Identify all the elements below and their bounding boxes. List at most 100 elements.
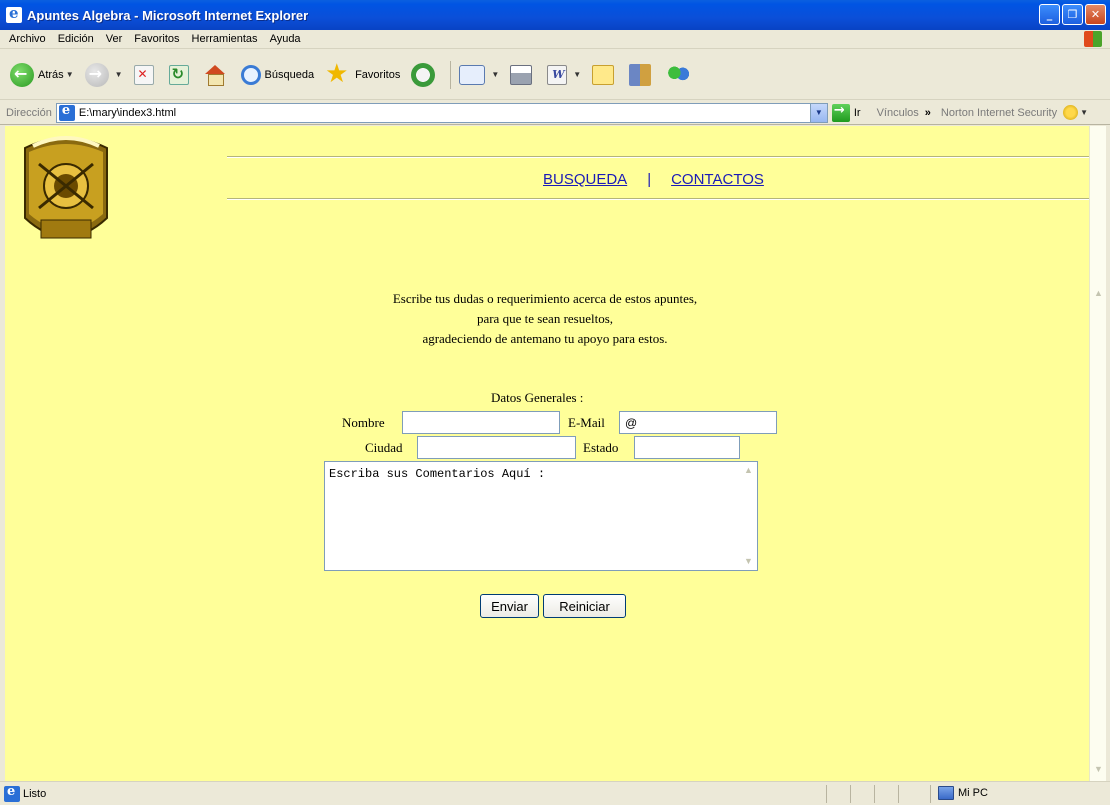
word-icon	[547, 64, 568, 85]
contactos-link[interactable]: CONTACTOS	[671, 171, 764, 188]
discuss-button[interactable]	[588, 58, 622, 92]
address-label: Dirección	[6, 106, 52, 119]
forward-button[interactable]: ▼	[81, 58, 127, 92]
window-title: Apuntes Algebra - Microsoft Internet Exp…	[27, 7, 309, 23]
forward-arrow-icon	[84, 62, 109, 87]
status-panel	[930, 785, 931, 803]
home-button[interactable]	[200, 58, 234, 92]
title-bar: Apuntes Algebra - Microsoft Internet Exp…	[0, 0, 1110, 30]
intro-text: Escribe tus dudas o requerimiento acerca…	[345, 289, 745, 349]
enviar-button[interactable]: Enviar	[480, 594, 539, 618]
mail-button[interactable]: ▼	[455, 58, 503, 92]
page-scrollbar[interactable]: ▲ ▼	[1089, 126, 1106, 781]
back-arrow-icon	[10, 62, 34, 87]
address-url[interactable]: E:\mary\index3.html	[79, 107, 176, 119]
window-frame	[1106, 126, 1110, 781]
maximize-button[interactable]: ❐	[1062, 4, 1083, 25]
search-icon	[240, 64, 261, 85]
ciudad-input[interactable]	[417, 436, 576, 459]
toolbar: Atrás ▼ ▼ Búsqueda Favoritos ▼ ▼	[0, 50, 1110, 100]
messenger-icon	[666, 63, 691, 86]
links-toolbar: Vínculos » Norton Internet Security ▼	[877, 105, 1088, 120]
header-divider-bottom	[227, 198, 1089, 200]
favorites-label: Favoritos	[355, 68, 401, 81]
estado-input[interactable]	[634, 436, 740, 459]
window-controls: _ ❐ ✕	[1039, 4, 1106, 25]
form-title: Datos Generales :	[491, 390, 584, 405]
ingenieria-logo	[24, 136, 108, 239]
edit-button[interactable]: ▼	[543, 58, 585, 92]
menu-ayuda[interactable]: Ayuda	[264, 33, 307, 45]
edit-dropdown-icon[interactable]: ▼	[573, 70, 581, 79]
page-viewport: BUSQUEDA | CONTACTOS Escribe tus dudas o…	[5, 126, 1089, 781]
nombre-input[interactable]	[402, 411, 560, 434]
research-icon	[629, 63, 652, 86]
nav-links: BUSQUEDA | CONTACTOS	[543, 171, 764, 188]
links-label[interactable]: Vínculos	[877, 107, 919, 119]
intro-line: Escribe tus dudas o requerimiento acerca…	[392, 291, 698, 306]
menu-edicion[interactable]: Edición	[52, 33, 100, 45]
email-input[interactable]	[619, 411, 777, 434]
note-icon	[592, 64, 615, 85]
menu-ver[interactable]: Ver	[100, 33, 129, 45]
norton-label[interactable]: Norton Internet Security	[941, 107, 1057, 119]
windows-logo-icon	[1084, 31, 1102, 47]
favorites-button[interactable]: Favoritos	[321, 58, 404, 92]
links-chevron-icon[interactable]: »	[925, 107, 931, 119]
textarea-scrollbar[interactable]: ▲ ▼	[740, 462, 757, 570]
back-dropdown-icon[interactable]: ▼	[66, 70, 74, 79]
zone-label: Mi PC	[958, 787, 988, 799]
go-button[interactable]: Ir	[831, 103, 861, 122]
scroll-up-icon[interactable]: ▲	[1091, 286, 1106, 301]
status-panel	[850, 785, 851, 803]
close-button[interactable]: ✕	[1085, 4, 1106, 25]
address-field[interactable]: E:\mary\index3.html ▼	[55, 102, 828, 123]
history-icon	[411, 62, 436, 87]
status-panel	[874, 785, 875, 803]
menu-archivo[interactable]: Archivo	[0, 33, 52, 45]
address-dropdown-icon[interactable]: ▼	[809, 103, 827, 122]
address-bar: Dirección E:\mary\index3.html ▼ Ir Víncu…	[0, 101, 1110, 125]
intro-line: agradeciendo de antemano tu apoyo para e…	[422, 331, 668, 346]
scroll-down-icon[interactable]: ▼	[1091, 762, 1106, 777]
back-button[interactable]: Atrás ▼	[6, 58, 78, 92]
nombre-label: Nombre	[342, 415, 385, 430]
scroll-down-icon[interactable]: ▼	[740, 553, 757, 570]
minimize-button[interactable]: _	[1039, 4, 1060, 25]
ciudad-label: Ciudad	[365, 440, 403, 455]
reiniciar-button[interactable]: Reiniciar	[543, 594, 626, 618]
page-status-icon	[4, 784, 20, 802]
forward-dropdown-icon[interactable]: ▼	[115, 70, 123, 79]
menu-favoritos[interactable]: Favoritos	[128, 33, 185, 45]
print-button[interactable]	[506, 58, 540, 92]
search-button[interactable]: Búsqueda	[237, 58, 319, 92]
menu-herramientas[interactable]: Herramientas	[186, 33, 264, 45]
page-icon	[58, 103, 75, 121]
header-divider-top	[227, 156, 1089, 158]
print-icon	[510, 64, 533, 85]
mail-icon	[459, 64, 486, 85]
scroll-up-icon[interactable]: ▲	[740, 462, 757, 479]
favorites-star-icon	[325, 59, 351, 89]
comments-textarea[interactable]: Escriba sus Comentarios Aquí :	[324, 461, 758, 571]
stop-button[interactable]	[130, 58, 162, 92]
messenger-button[interactable]	[662, 58, 698, 92]
norton-icon[interactable]	[1063, 105, 1079, 120]
refresh-button[interactable]	[165, 58, 197, 92]
refresh-icon	[168, 64, 189, 85]
nav-separator: |	[647, 171, 652, 188]
research-button[interactable]	[625, 58, 659, 92]
home-icon	[204, 64, 226, 86]
go-label: Ir	[853, 106, 861, 119]
history-button[interactable]	[407, 58, 443, 92]
ie-icon	[6, 4, 22, 23]
status-panel	[898, 785, 899, 803]
computer-icon	[938, 786, 954, 800]
toolbar-separator	[450, 60, 452, 89]
mail-dropdown-icon[interactable]: ▼	[491, 70, 499, 79]
go-arrow-icon	[831, 103, 850, 122]
estado-label: Estado	[583, 440, 619, 455]
norton-dropdown-icon[interactable]: ▼	[1080, 108, 1088, 117]
intro-line: para que te sean resueltos,	[476, 311, 614, 326]
busqueda-link[interactable]: BUSQUEDA	[543, 171, 627, 188]
